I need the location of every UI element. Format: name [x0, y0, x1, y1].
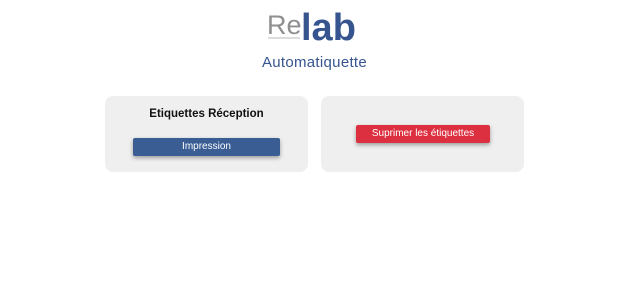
delete-labels-card: Suprimer les étiquettes	[321, 96, 524, 172]
reception-labels-heading: Etiquettes Réception	[149, 108, 264, 120]
print-button[interactable]: Impression	[133, 138, 280, 156]
app-title: Automatiquette	[261, 54, 368, 71]
delete-labels-button[interactable]: Suprimer les étiquettes	[356, 125, 490, 143]
logo-lab-text: lab	[301, 7, 356, 48]
relab-logo: Re lab	[266, 4, 366, 48]
relab-logo-image: Re lab	[267, 7, 356, 48]
logo-re-text: Re	[267, 10, 302, 40]
reception-labels-card: Etiquettes Réception Impression	[105, 96, 308, 172]
page: Re lab Automatiquette Etiquettes Récepti…	[0, 0, 629, 300]
